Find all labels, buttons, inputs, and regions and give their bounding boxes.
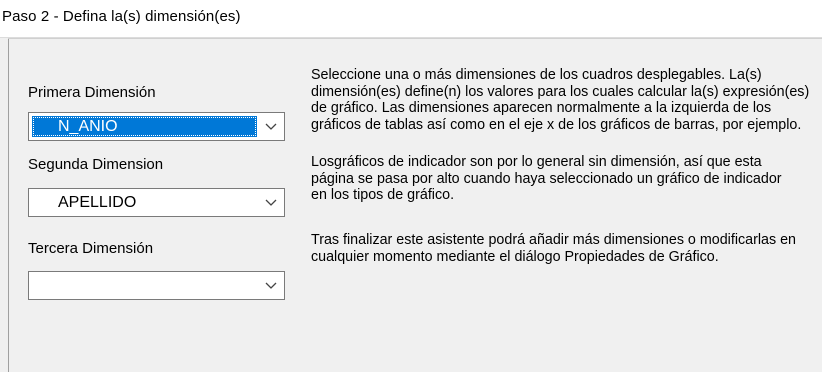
chevron-down-icon[interactable] — [258, 113, 284, 140]
help-line: Losgráficos de indicador son por lo gene… — [311, 154, 762, 170]
tercera-dimension-label: Tercera Dimensión — [28, 240, 154, 257]
help-line: Tras finalizar este asistente podrá añad… — [311, 232, 797, 248]
primera-dimension-value: N_ANIO — [32, 116, 257, 137]
help-paragraph-3: Tras finalizar este asistente podrá añad… — [311, 232, 822, 265]
help-paragraph-1: Seleccione una o más dimensiones de los … — [311, 67, 822, 133]
chevron-down-icon[interactable] — [258, 272, 284, 299]
help-line: cualquier momento mediante el diálogo Pr… — [311, 248, 719, 265]
help-line: en los tipos de gráfico. — [311, 187, 455, 204]
panel-top-border — [8, 38, 822, 39]
panel-left-border — [8, 38, 9, 372]
primera-dimension-label: Primera Dimensión — [28, 84, 156, 101]
segunda-dimension-dropdown[interactable]: APELLIDO — [28, 188, 285, 217]
dialog-title: Paso 2 - Defina la(s) dimensión(es) — [2, 8, 241, 25]
help-line: página se pasa por alto cuando haya sele… — [311, 170, 782, 187]
chevron-down-icon[interactable] — [258, 189, 284, 216]
segunda-dimension-label: Segunda Dimension — [28, 156, 164, 173]
help-paragraph-2: Losgráficos de indicador son por lo gene… — [311, 154, 822, 204]
dialog-title-bar: Paso 2 - Defina la(s) dimensión(es) — [0, 0, 822, 38]
help-line: gráficos de tablas así como en el eje x … — [311, 116, 802, 133]
tercera-dimension-value — [32, 275, 257, 296]
segunda-dimension-value: APELLIDO — [58, 194, 137, 211]
tercera-dimension-dropdown[interactable] — [28, 271, 285, 300]
help-line: Seleccione una o más dimensiones de los … — [311, 67, 762, 83]
primera-dimension-dropdown[interactable]: N_ANIO — [28, 112, 285, 141]
help-line: dimensión(es) define(n) los valores para… — [311, 83, 810, 100]
help-line: de gráfico. Las dimensiones aparecen nor… — [311, 100, 772, 117]
